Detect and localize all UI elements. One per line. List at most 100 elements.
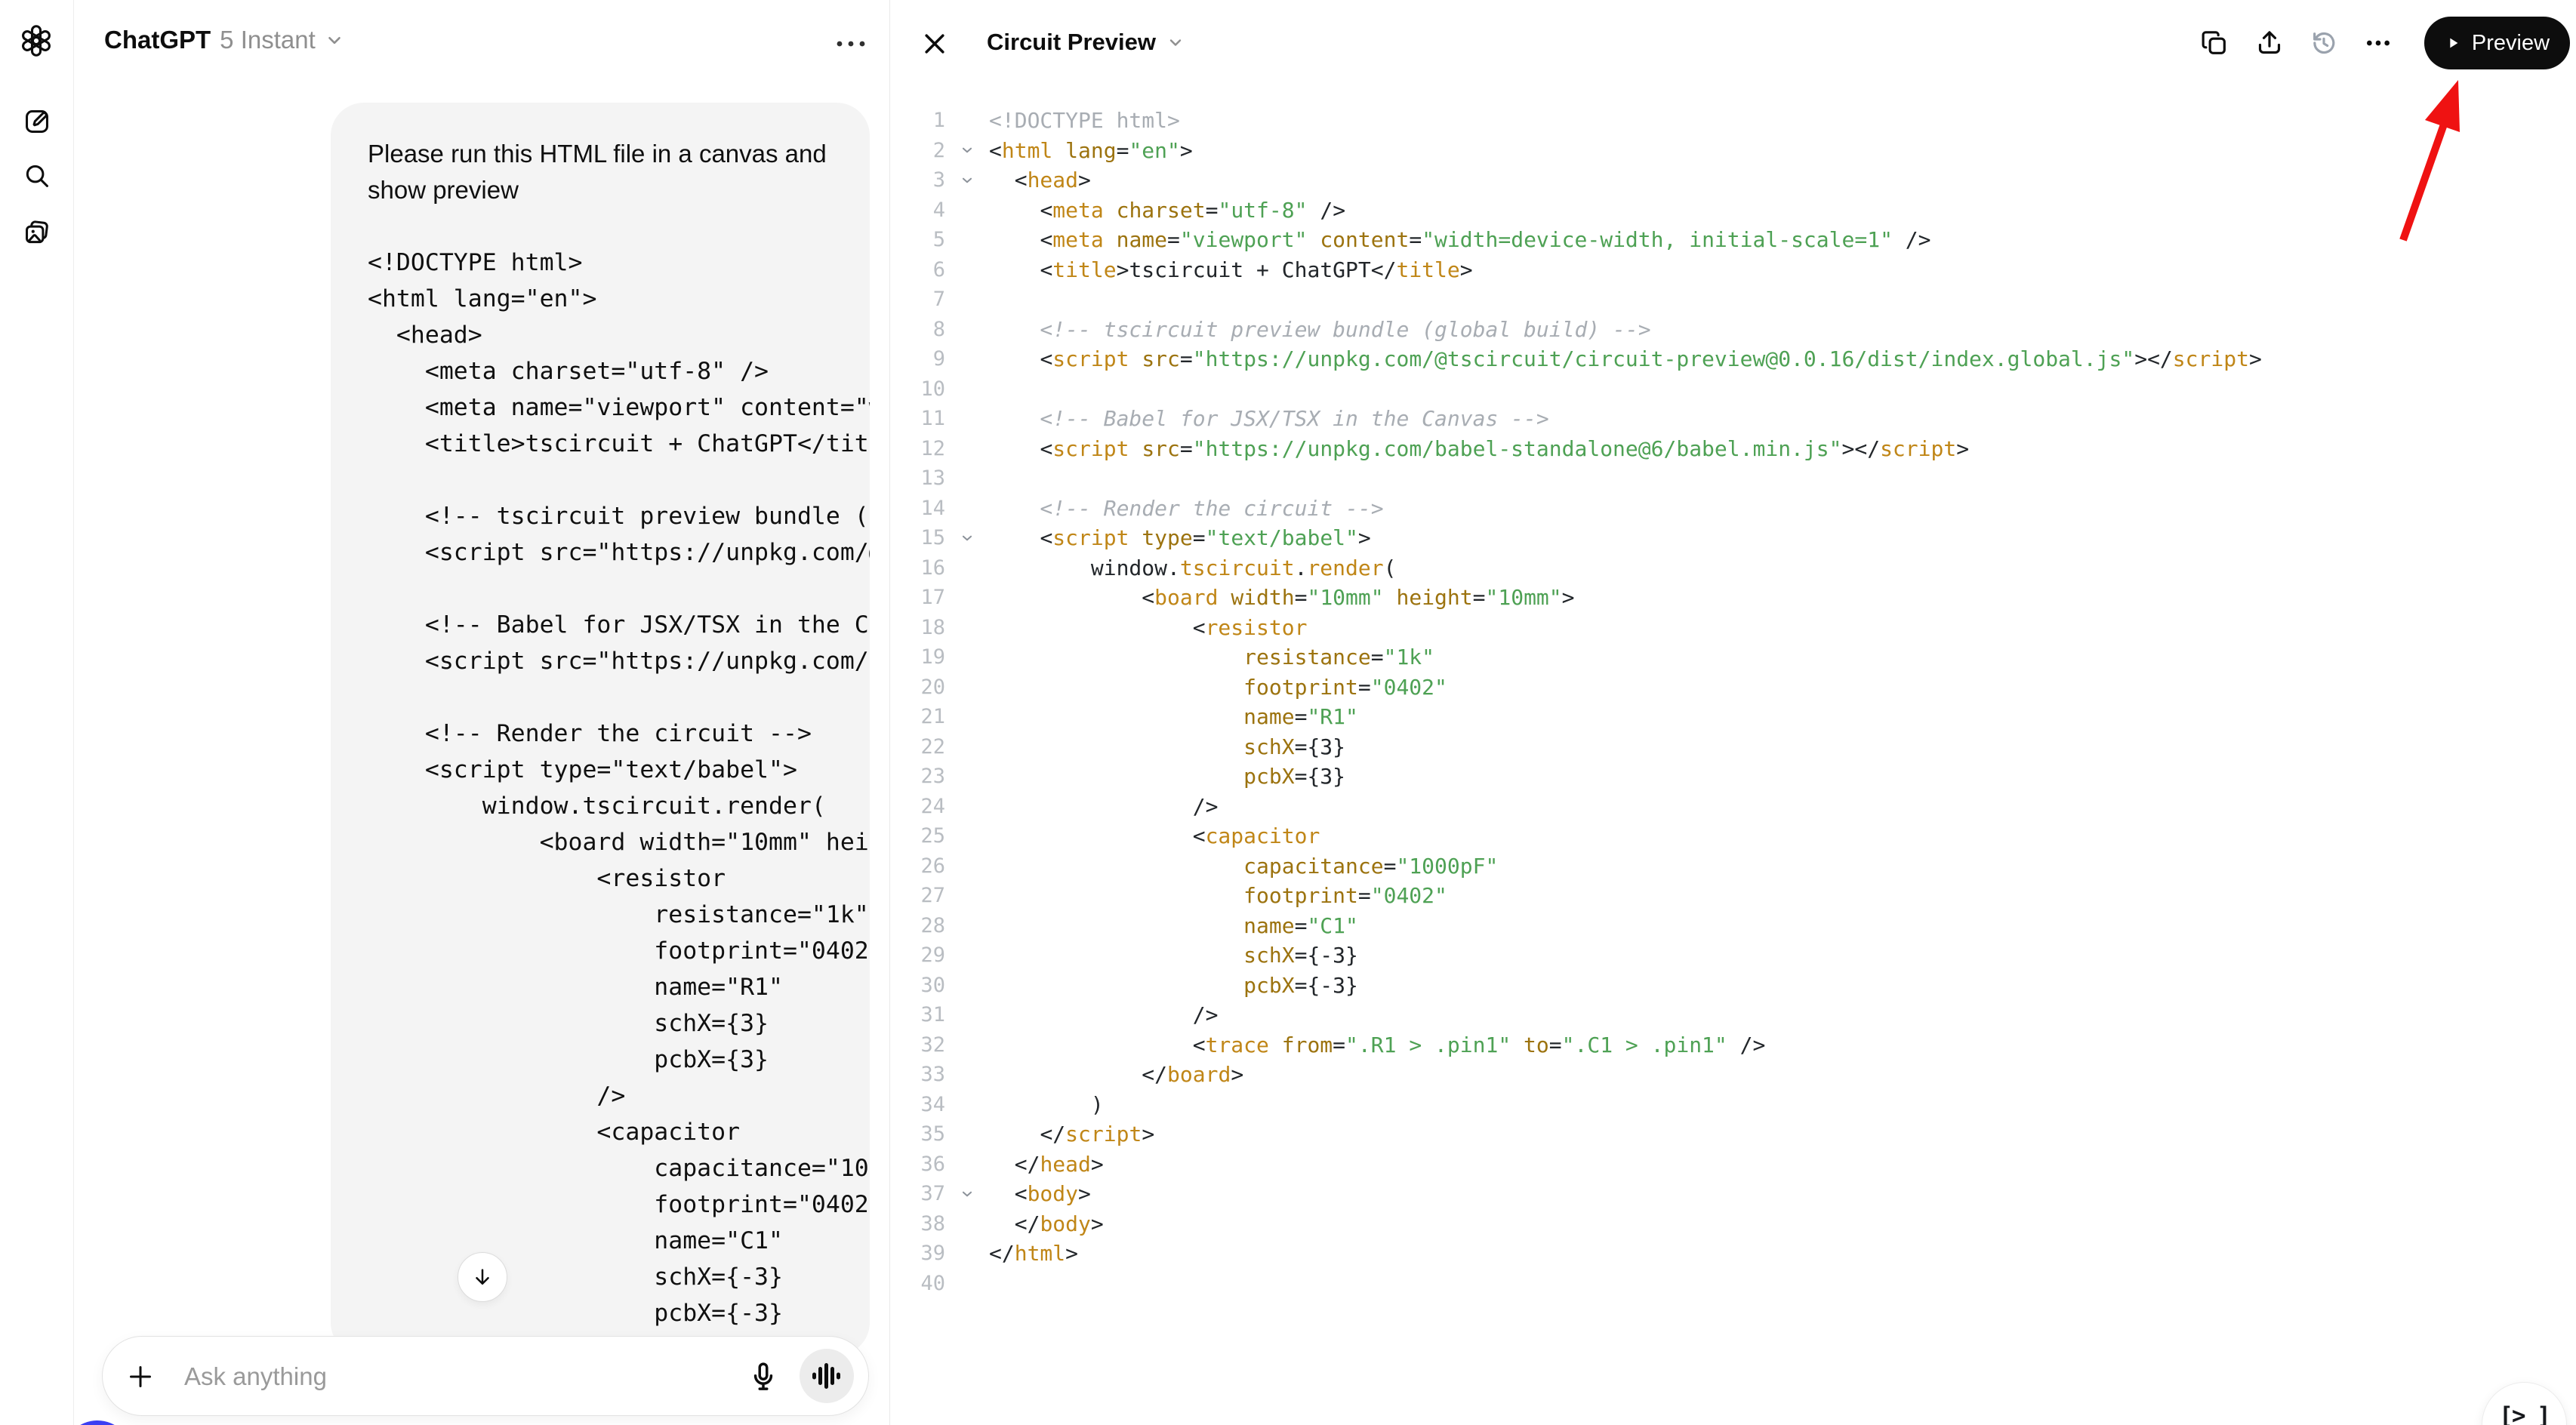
fold-gutter — [945, 225, 989, 255]
line-number: 6 — [889, 255, 945, 285]
microphone-icon — [747, 1384, 780, 1397]
close-icon — [920, 29, 950, 59]
code-line: 17 <board width="10mm" height="10mm"> — [889, 583, 2550, 613]
preview-button[interactable]: Preview — [2424, 17, 2570, 69]
code-text: name="R1" — [989, 702, 1358, 732]
fold-gutter — [945, 702, 989, 732]
code-line: 39</html> — [889, 1239, 2550, 1269]
chatgpt-app: ChatGPT 5 Instant Please run this HTML f… — [0, 0, 2576, 1425]
line-number: 26 — [889, 851, 945, 882]
plus-icon — [125, 1382, 156, 1395]
ellipsis-icon — [2363, 28, 2393, 58]
line-number: 30 — [889, 971, 945, 1001]
voice-mode-button[interactable] — [800, 1349, 854, 1403]
scroll-to-bottom-button[interactable] — [458, 1252, 507, 1302]
code-text: pcbX={-3} — [989, 971, 1358, 1001]
code-line: 32 <trace from=".R1 > .pin1" to=".C1 > .… — [889, 1030, 2550, 1060]
fold-gutter — [945, 1269, 989, 1299]
message-composer — [102, 1336, 869, 1416]
code-text: <trace from=".R1 > .pin1" to=".C1 > .pin… — [989, 1030, 1765, 1060]
canvas-title: Circuit Preview — [987, 29, 1156, 56]
code-line: 8 <!-- tscircuit preview bundle (global … — [889, 315, 2550, 345]
line-number: 9 — [889, 344, 945, 374]
code-text: window.tscircuit.render( — [989, 553, 1396, 583]
fold-chevron-icon[interactable] — [945, 136, 989, 166]
share-icon — [2254, 28, 2285, 58]
fold-gutter — [945, 642, 989, 672]
fold-chevron-icon[interactable] — [945, 1179, 989, 1209]
library-button[interactable] — [23, 218, 51, 247]
line-number: 27 — [889, 881, 945, 911]
code-line: 10 — [889, 374, 2550, 405]
code-line: 12 <script src="https://unpkg.com/babel-… — [889, 434, 2550, 464]
fold-gutter — [945, 255, 989, 285]
code-line: 40 — [889, 1269, 2550, 1299]
line-number: 32 — [889, 1030, 945, 1060]
line-number: 17 — [889, 583, 945, 613]
sidebar-rail — [0, 0, 74, 1425]
chat-input[interactable] — [183, 1355, 669, 1399]
app-title: ChatGPT — [104, 26, 211, 54]
code-line: 3 <head> — [889, 165, 2550, 195]
model-selector[interactable]: ChatGPT 5 Instant — [104, 26, 344, 54]
code-editor[interactable]: 1<!DOCTYPE html>2<html lang="en">3 <head… — [889, 106, 2550, 1298]
code-text: name="C1" — [989, 911, 1358, 941]
arrow-down-icon — [471, 1266, 494, 1288]
code-text: <body> — [989, 1179, 1091, 1209]
code-text: <!-- Render the circuit --> — [989, 494, 1384, 524]
fold-gutter — [945, 344, 989, 374]
canvas-close-button[interactable] — [920, 29, 950, 59]
fold-gutter — [945, 911, 989, 941]
code-text: schX={3} — [989, 732, 1345, 762]
copy-icon — [2199, 28, 2229, 58]
code-text: <board width="10mm" height="10mm"> — [989, 583, 1575, 613]
line-number: 13 — [889, 463, 945, 494]
code-text: <!-- Babel for JSX/TSX in the Canvas --> — [989, 404, 1549, 434]
fold-gutter — [945, 315, 989, 345]
fold-chevron-icon[interactable] — [945, 165, 989, 195]
line-number: 38 — [889, 1209, 945, 1239]
line-number: 24 — [889, 792, 945, 822]
line-number: 25 — [889, 821, 945, 851]
code-line: 38 </body> — [889, 1209, 2550, 1239]
dictate-button[interactable] — [747, 1359, 780, 1394]
copy-code-button[interactable] — [2199, 28, 2229, 58]
code-line: 16 window.tscircuit.render( — [889, 553, 2550, 583]
fold-gutter — [945, 613, 989, 643]
fold-gutter — [945, 553, 989, 583]
new-chat-button[interactable] — [23, 107, 51, 136]
code-text: ) — [989, 1090, 1104, 1120]
search-chats-button[interactable] — [23, 162, 51, 190]
code-text: resistance="1k" — [989, 642, 1434, 672]
code-line: 25 <capacitor — [889, 821, 2550, 851]
code-line: 15 <script type="text/babel"> — [889, 523, 2550, 553]
fold-gutter — [945, 821, 989, 851]
version-history-button[interactable] — [2309, 28, 2339, 58]
fold-gutter — [945, 1150, 989, 1180]
code-line: 36 </head> — [889, 1150, 2550, 1180]
code-line: 6 <title>tscircuit + ChatGPT</title> — [889, 255, 2550, 285]
code-line: 4 <meta charset="utf-8" /> — [889, 195, 2550, 226]
line-number: 16 — [889, 553, 945, 583]
code-text: </head> — [989, 1150, 1104, 1180]
user-message-text: Please run this HTML file in a canvas an… — [368, 136, 859, 208]
code-text: /> — [989, 792, 1218, 822]
fold-gutter — [945, 374, 989, 405]
canvas-menu-button[interactable] — [2363, 28, 2393, 58]
conversation-menu-button[interactable] — [832, 30, 871, 57]
fold-gutter — [945, 1060, 989, 1090]
line-number: 40 — [889, 1269, 945, 1299]
code-line: 34 ) — [889, 1090, 2550, 1120]
share-button[interactable] — [2254, 28, 2285, 58]
fold-chevron-icon[interactable] — [945, 523, 989, 553]
fold-gutter — [945, 732, 989, 762]
code-line: 14 <!-- Render the circuit --> — [889, 494, 2550, 524]
code-text: <head> — [989, 165, 1091, 195]
code-line: 28 name="C1" — [889, 911, 2550, 941]
attach-button[interactable] — [125, 1362, 156, 1392]
code-text: <!-- tscircuit preview bundle (global bu… — [989, 315, 1651, 345]
chevron-down-icon — [325, 30, 344, 50]
code-line: 20 footprint="0402" — [889, 672, 2550, 703]
code-text: footprint="0402" — [989, 881, 1447, 911]
canvas-title-dropdown[interactable]: Circuit Preview — [987, 29, 1185, 56]
